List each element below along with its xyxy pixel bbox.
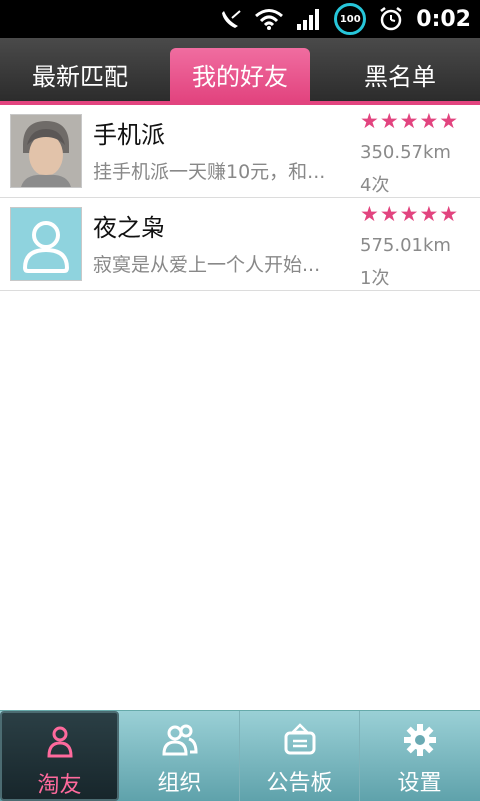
friend-status: 挂手机派一天赚10元，和... [93, 161, 326, 183]
nav-label: 公告板 [266, 771, 333, 796]
match-count: 1次 [360, 268, 390, 289]
distance: 350.57km [360, 142, 451, 163]
avatar [10, 114, 82, 188]
friend-status: 寂寞是从爱上一个人开始... [93, 254, 321, 276]
signal-icon [297, 9, 320, 30]
noticeboard-icon [284, 723, 315, 755]
friend-row[interactable]: 手机派 挂手机派一天赚10元，和... ★★★★★ 350.57km 4次 [0, 105, 480, 198]
status-icons: 100 0:02 [208, 0, 480, 38]
battery-level: 100 [339, 13, 361, 25]
rating-stars: ★★★★★ [360, 202, 460, 226]
nav-label: 组织 [157, 771, 202, 796]
gear-icon [403, 724, 436, 756]
status-bar: 100 0:02 [0, 0, 480, 38]
battery-icon: 100 [334, 3, 367, 35]
alarm-icon [380, 7, 403, 31]
top-tab-bar: 最新匹配 我的好友 黑名单 [0, 38, 480, 101]
distance: 575.01km [360, 235, 451, 256]
tab-latest-match[interactable]: 最新匹配 [0, 48, 160, 101]
default-user-icon [11, 208, 81, 280]
friend-name: 手机派 [93, 121, 165, 149]
clock: 0:02 [416, 6, 471, 32]
user-photo-icon [11, 115, 81, 187]
avatar [10, 207, 82, 281]
match-count: 4次 [360, 175, 390, 196]
friend-name: 夜之枭 [93, 214, 165, 242]
mute-icon [222, 10, 241, 28]
bottom-nav: 淘友 组织 公告板 设置 [0, 710, 480, 801]
nav-label: 设置 [397, 771, 442, 796]
nav-label: 淘友 [37, 773, 82, 798]
rating-stars: ★★★★★ [360, 109, 460, 133]
nav-taoyou[interactable]: 淘友 [0, 711, 119, 801]
tab-my-friends[interactable]: 我的好友 [170, 48, 310, 101]
nav-group[interactable]: 组织 [120, 711, 240, 801]
wifi-icon [255, 9, 284, 30]
tab-label: 最新匹配 [32, 63, 128, 91]
tab-label: 我的好友 [192, 63, 288, 91]
tab-label: 黑名单 [364, 63, 436, 91]
friend-row[interactable]: 夜之枭 寂寞是从爱上一个人开始... ★★★★★ 575.01km 1次 [0, 198, 480, 291]
nav-noticeboard[interactable]: 公告板 [240, 711, 360, 801]
friend-list: 手机派 挂手机派一天赚10元，和... ★★★★★ 350.57km 4次 夜之… [0, 105, 480, 291]
nav-settings[interactable]: 设置 [360, 711, 479, 801]
tab-blacklist[interactable]: 黑名单 [320, 48, 480, 101]
person-icon [46, 726, 73, 758]
group-icon [161, 724, 198, 756]
